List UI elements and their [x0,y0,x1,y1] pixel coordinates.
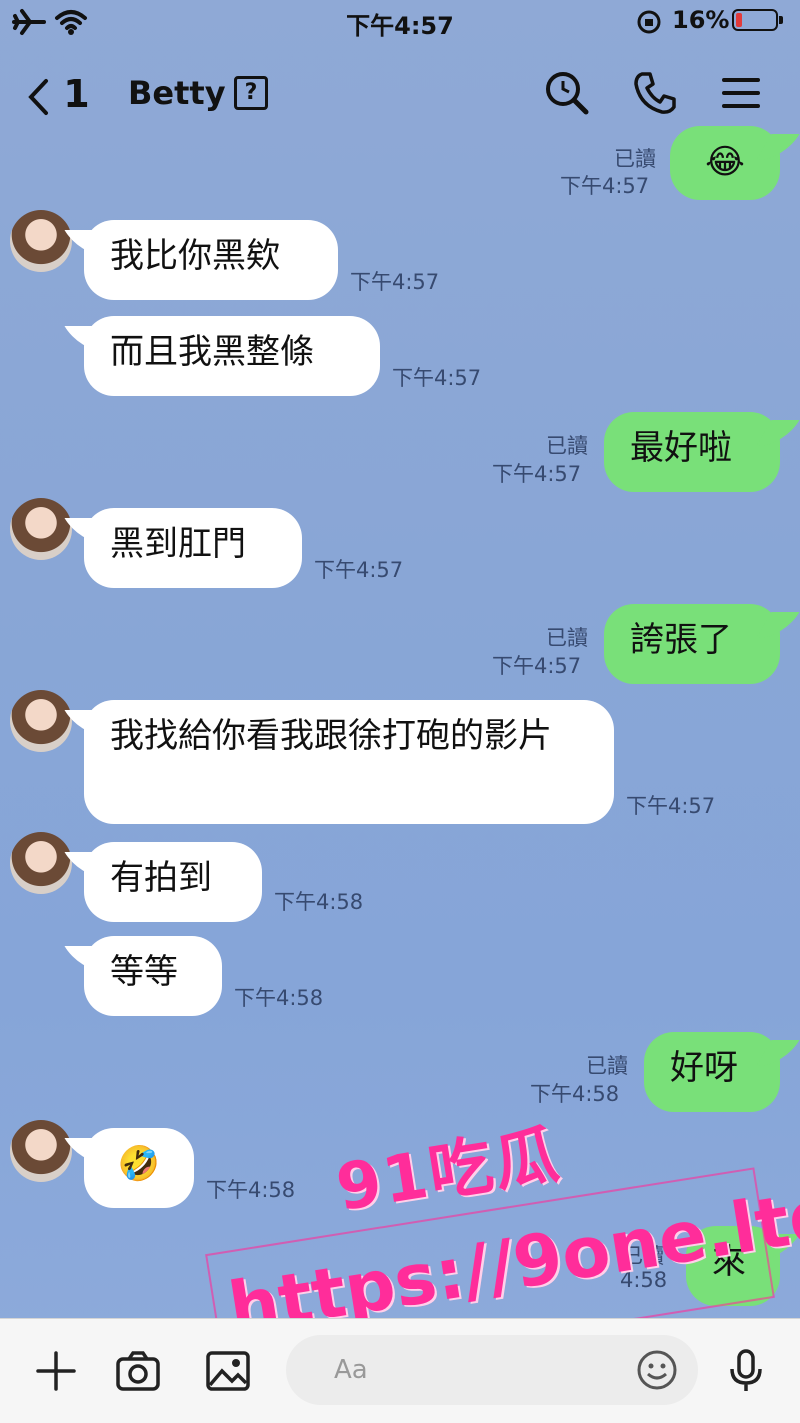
chat-header: 1 Betty ? [0,44,800,134]
chevron-left-icon [28,78,48,115]
contact-name[interactable]: Betty [128,74,226,112]
incoming-message[interactable]: 我找給你看我跟徐打砲的影片 [84,700,614,824]
incoming-message[interactable]: 而且我黑整條 [84,316,380,396]
read-receipt: 已讀 [546,434,588,458]
unread-count: 1 [63,72,90,116]
incoming-message[interactable]: 黑到肛門 [84,508,302,588]
message-input[interactable]: Aa [286,1335,698,1405]
input-bar: Aa [0,1318,800,1423]
battery-percent: 16% [672,6,730,34]
incoming-message[interactable]: 等等 [84,936,222,1016]
unknown-badge: ? [234,76,268,110]
emoji-icon[interactable] [636,1349,678,1391]
avatar[interactable] [10,210,72,272]
message-time: 下午4:57 [492,654,582,678]
outgoing-message[interactable]: 誇張了 [604,604,780,684]
status-bar: 下午4:57 16% [0,0,800,44]
incoming-message[interactable]: 🤣 [84,1128,194,1208]
back-button[interactable]: 1 [26,72,90,117]
message-time: 下午4:58 [234,986,324,1010]
incoming-message[interactable]: 我比你黑欸 [84,220,338,300]
message-time: 下午4:57 [350,270,440,294]
message-time: 下午4:58 [274,890,364,914]
avatar[interactable] [10,832,72,894]
avatar[interactable] [10,690,72,752]
image-icon[interactable] [204,1347,252,1395]
avatar[interactable] [10,498,72,560]
avatar[interactable] [10,1120,72,1182]
camera-icon[interactable] [114,1347,162,1395]
outgoing-message[interactable]: 好呀 [644,1032,780,1112]
rotation-lock-icon [637,10,661,34]
read-receipt: 已讀 [614,147,656,171]
microphone-icon[interactable] [722,1347,770,1395]
battery-fill [736,13,742,27]
search-icon[interactable] [542,68,592,118]
incoming-message[interactable]: 有拍到 [84,842,262,922]
message-time: 下午4:57 [626,794,716,818]
battery-icon [732,9,783,31]
phone-icon[interactable] [630,68,680,118]
input-placeholder: Aa [334,1355,368,1385]
message-time: 下午4:58 [206,1178,296,1202]
read-receipt: 已讀 [586,1054,628,1078]
read-receipt: 已讀 [546,626,588,650]
message-time: 下午4:57 [560,174,650,198]
message-time: 下午4:57 [492,462,582,486]
outgoing-message[interactable]: 最好啦 [604,412,780,492]
message-time: 下午4:57 [392,366,482,390]
menu-icon[interactable] [716,68,766,118]
message-time: 下午4:57 [314,558,404,582]
plus-icon[interactable] [32,1347,80,1395]
outgoing-message[interactable]: 😂 [670,126,780,200]
